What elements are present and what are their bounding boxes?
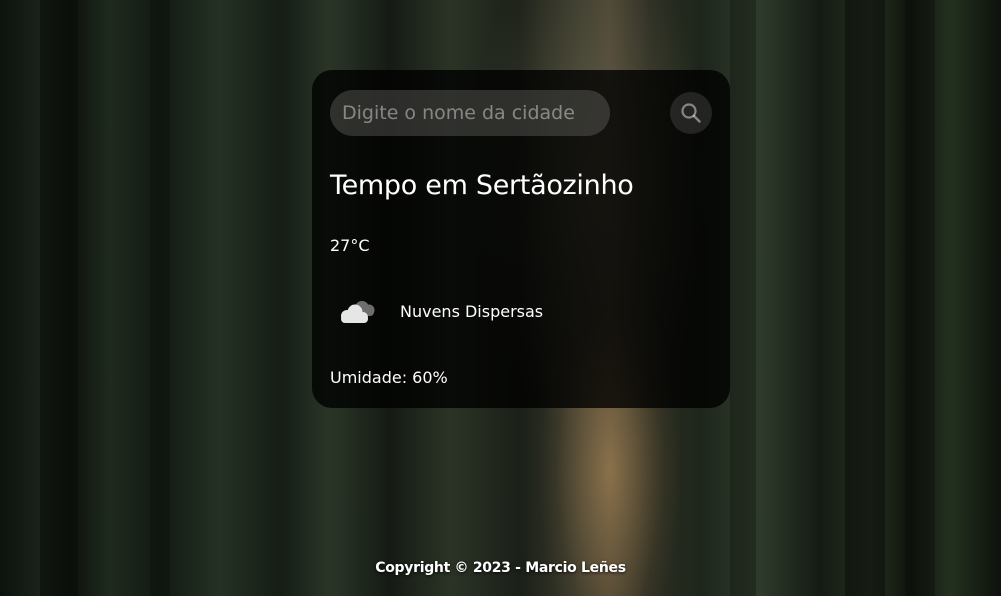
humidity-value: Umidade: 60%: [330, 368, 448, 387]
weather-description: Nuvens Dispersas: [400, 302, 544, 321]
tree-trunk: [150, 0, 170, 596]
search-button[interactable]: [670, 92, 712, 134]
temperature-value: 27°C: [330, 236, 370, 255]
copyright-footer: Copyright © 2023 - Marcio Leñes: [375, 560, 626, 576]
cloud-icon: [341, 301, 375, 323]
tree-trunk: [905, 0, 935, 596]
search-icon: [681, 103, 701, 123]
city-weather-title: Tempo em Sertãozinho: [330, 170, 634, 201]
tree-trunk: [845, 0, 885, 596]
weather-condition: Nuvens Dispersas: [330, 294, 690, 330]
search-bar: [330, 90, 712, 138]
weather-card: Tempo em Sertãozinho 27°C Nuvens Dispers…: [312, 70, 730, 408]
tree-trunk: [40, 0, 78, 596]
city-search-input[interactable]: [330, 90, 610, 136]
tree-trunk: [730, 0, 756, 596]
